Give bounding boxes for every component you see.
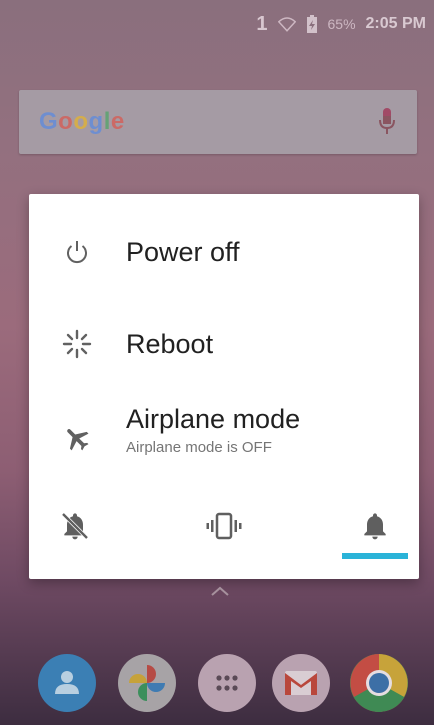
google-search-bar[interactable]: Google (19, 90, 417, 154)
clock: 2:05 PM (365, 15, 426, 32)
photos-icon[interactable] (118, 654, 176, 712)
gmail-icon[interactable] (272, 654, 330, 712)
reboot-option[interactable]: Reboot (29, 316, 419, 372)
bell-icon[interactable] (355, 506, 395, 546)
vibrate-icon[interactable] (204, 506, 244, 546)
mic-icon[interactable] (377, 107, 397, 137)
battery-icon (306, 15, 317, 33)
airplane-icon (61, 422, 93, 454)
status-bar: 1 65% 2:05 PM (0, 0, 434, 48)
airplane-mode-option[interactable]: Airplane mode Airplane mode is OFF (29, 404, 419, 468)
reboot-label: Reboot (126, 328, 214, 359)
airplane-mode-status: Airplane mode is OFF (126, 439, 272, 456)
bell-off-icon[interactable] (55, 506, 95, 546)
power-icon (61, 236, 93, 268)
airplane-mode-label: Airplane mode (126, 404, 301, 434)
power-menu-dialog: Power off Reboot Airplane mode Airplane … (29, 194, 419, 579)
google-logo: Google (39, 108, 125, 135)
battery-percent: 65% (327, 16, 356, 32)
sound-mode-row (29, 506, 419, 558)
wifi-icon (277, 17, 296, 32)
contacts-icon[interactable] (38, 654, 96, 712)
power-off-label: Power off (126, 236, 240, 267)
reboot-icon (61, 328, 93, 360)
chevron-up-icon[interactable] (209, 584, 231, 598)
app-drawer-icon[interactable] (198, 654, 256, 712)
home-screen: 1 65% 2:05 PM Google Power off Reboot Ai… (0, 0, 434, 725)
selected-mode-indicator (342, 553, 408, 559)
power-off-option[interactable]: Power off (29, 224, 419, 280)
app-dock (0, 648, 434, 725)
chrome-icon[interactable] (350, 654, 408, 712)
sim-indicator: 1 (256, 12, 268, 35)
